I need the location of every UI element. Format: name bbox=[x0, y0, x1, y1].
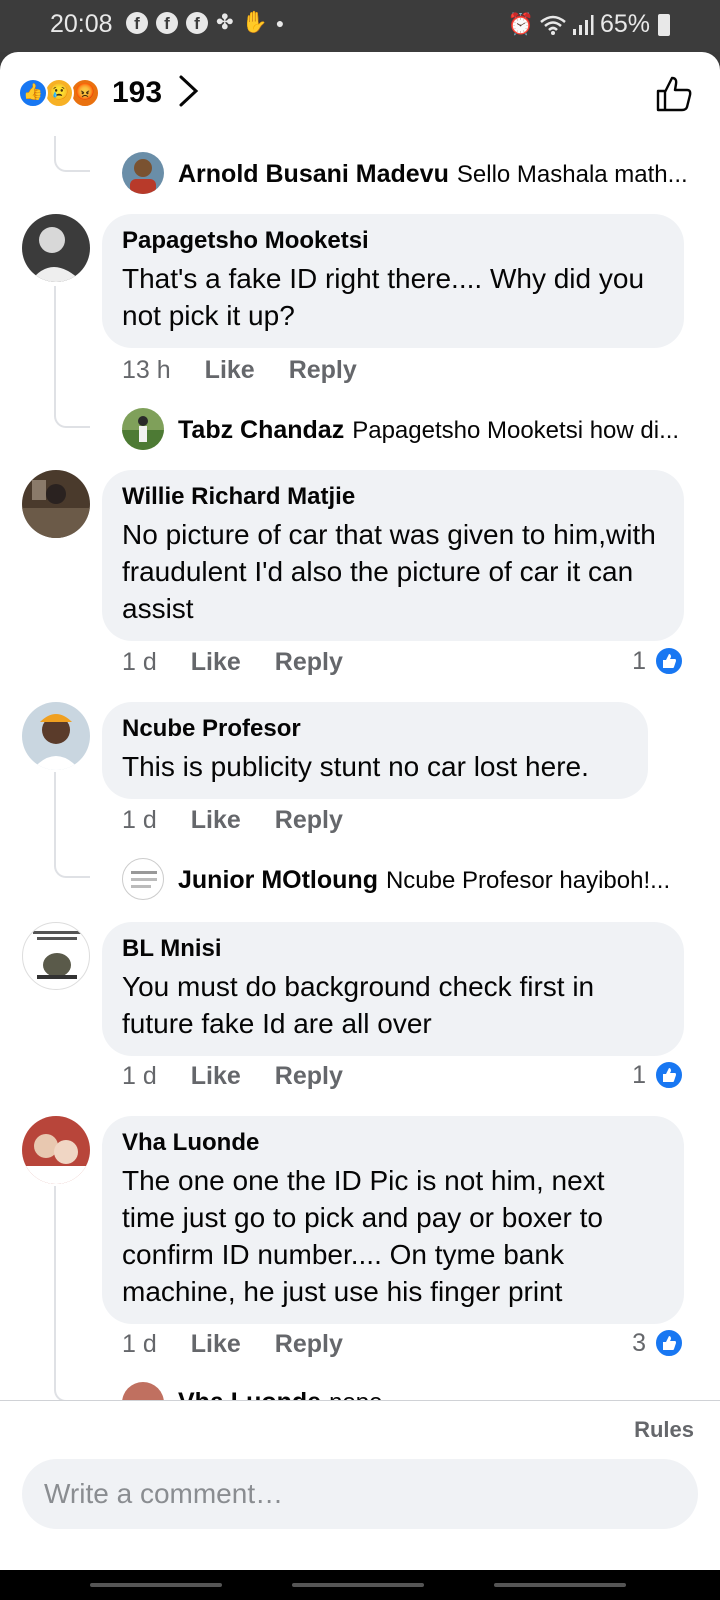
dot-icon: ● bbox=[275, 15, 285, 31]
comment-text: No picture of car that was given to him,… bbox=[122, 519, 656, 624]
avatar[interactable] bbox=[22, 1116, 90, 1184]
comment-input[interactable] bbox=[22, 1459, 698, 1529]
comment-actions: 1 d Like Reply bbox=[122, 1062, 343, 1091]
like-count[interactable]: 1 bbox=[632, 1060, 684, 1090]
alarm-icon: ⏰ bbox=[507, 12, 534, 36]
comment-time[interactable]: 1 d bbox=[122, 1062, 157, 1091]
like-button[interactable]: Like bbox=[191, 648, 241, 677]
facebook-icon: f bbox=[156, 12, 178, 34]
nav-home-indicator[interactable] bbox=[292, 1583, 424, 1587]
comment-text: You must do background check first in fu… bbox=[122, 971, 595, 1039]
comment-author[interactable]: Vha Luonde bbox=[122, 1128, 664, 1158]
rules-link[interactable]: Rules bbox=[634, 1417, 694, 1443]
comment-bubble[interactable]: Papagetsho Mooketsi That's a fake ID rig… bbox=[102, 214, 684, 348]
like-reaction-icon: 👍 bbox=[18, 78, 48, 108]
sad-reaction-icon: 😢 bbox=[44, 78, 74, 108]
comment-actions: 1 d Like Reply bbox=[122, 1330, 343, 1359]
reply-button[interactable]: Reply bbox=[275, 806, 343, 835]
status-bar: 20:08 f f f ✤ ✋ ● ⏰ 65% bbox=[0, 0, 720, 52]
comment-author[interactable]: Papagetsho Mooketsi bbox=[122, 226, 664, 256]
signal-icon bbox=[572, 14, 594, 35]
nav-recents-indicator[interactable] bbox=[90, 1583, 222, 1587]
reply-preview[interactable]: Junior MOtloung Ncube Profesor hayiboh!.… bbox=[178, 866, 670, 895]
facebook-icon: f bbox=[126, 12, 148, 34]
wifi-icon bbox=[540, 15, 566, 35]
comment-bubble[interactable]: Ncube Profesor This is publicity stunt n… bbox=[102, 702, 648, 799]
battery-icon bbox=[658, 13, 670, 36]
comment-time[interactable]: 1 d bbox=[122, 806, 157, 835]
reply-preview[interactable]: Tabz Chandaz Papagetsho Mooketsi how di.… bbox=[178, 416, 679, 445]
comment-bubble[interactable]: Willie Richard Matjie No picture of car … bbox=[102, 470, 684, 641]
like-count[interactable]: 3 bbox=[632, 1328, 684, 1358]
avatar[interactable] bbox=[122, 152, 164, 194]
comment-time[interactable]: 1 d bbox=[122, 648, 157, 677]
thread-line bbox=[54, 412, 90, 428]
thread-line bbox=[54, 286, 56, 416]
like-thumb-icon[interactable] bbox=[654, 74, 694, 114]
reactions-bar[interactable]: 👍 😢 😡 193 bbox=[0, 52, 720, 136]
avatar[interactable] bbox=[22, 214, 90, 282]
comment-bubble[interactable]: BL Mnisi You must do background check fi… bbox=[102, 922, 684, 1056]
pinwheel-icon: ✤ bbox=[216, 11, 234, 34]
like-button[interactable]: Like bbox=[191, 1330, 241, 1359]
reaction-count: 193 bbox=[112, 76, 163, 109]
system-nav-bar bbox=[0, 1570, 720, 1600]
like-button[interactable]: Like bbox=[191, 1062, 241, 1091]
like-badge-icon bbox=[654, 1060, 684, 1090]
comment-actions: 13 h Like Reply bbox=[122, 356, 357, 385]
avatar[interactable] bbox=[22, 470, 90, 538]
reply-button[interactable]: Reply bbox=[275, 1330, 343, 1359]
avatar[interactable] bbox=[22, 922, 90, 990]
reply-button[interactable]: Reply bbox=[289, 356, 357, 385]
like-button[interactable]: Like bbox=[191, 806, 241, 835]
comment-time[interactable]: 1 d bbox=[122, 1330, 157, 1359]
like-count[interactable]: 1 bbox=[632, 646, 684, 676]
reply-button[interactable]: Reply bbox=[275, 1062, 343, 1091]
comment-author[interactable]: Ncube Profesor bbox=[122, 714, 628, 744]
thread-line bbox=[54, 858, 90, 878]
nav-back-indicator[interactable] bbox=[494, 1583, 626, 1587]
comment-time[interactable]: 13 h bbox=[122, 356, 171, 385]
comment-actions: 1 d Like Reply bbox=[122, 806, 343, 835]
comment-text: That's a fake ID right there.... Why did… bbox=[122, 263, 645, 331]
comment-bubble[interactable]: Vha Luonde The one one the ID Pic is not… bbox=[102, 1116, 684, 1324]
hand-icon: ✋ bbox=[241, 11, 268, 34]
status-time: 20:08 bbox=[50, 10, 113, 38]
comment-author[interactable]: BL Mnisi bbox=[122, 934, 664, 964]
avatar[interactable] bbox=[122, 408, 164, 450]
comment-text: The one one the ID Pic is not him, next … bbox=[122, 1165, 605, 1307]
reply-preview[interactable]: Arnold Busani Madevu Sello Mashala math.… bbox=[178, 160, 688, 189]
like-badge-icon bbox=[654, 1328, 684, 1358]
comment-actions: 1 d Like Reply bbox=[122, 648, 343, 677]
comment-text: This is publicity stunt no car lost here… bbox=[122, 751, 589, 782]
reply-button[interactable]: Reply bbox=[275, 648, 343, 677]
like-button[interactable]: Like bbox=[205, 356, 255, 385]
thread-line bbox=[54, 1382, 90, 1402]
facebook-icon: f bbox=[186, 12, 208, 34]
angry-reaction-icon: 😡 bbox=[70, 78, 100, 108]
like-badge-icon bbox=[654, 646, 684, 676]
battery-level: 65% bbox=[599, 10, 650, 38]
thread-line bbox=[54, 1186, 56, 1386]
comment-composer: Rules bbox=[0, 1400, 720, 1570]
thread-line bbox=[54, 136, 90, 172]
avatar[interactable] bbox=[122, 858, 164, 900]
thread-line bbox=[54, 772, 56, 862]
comment-author[interactable]: Willie Richard Matjie bbox=[122, 482, 664, 512]
chevron-right-icon[interactable] bbox=[176, 74, 202, 108]
avatar[interactable] bbox=[22, 702, 90, 770]
comments-sheet: 👍 😢 😡 193 Arnold Busani Madevu Sello Mas… bbox=[0, 52, 720, 1570]
